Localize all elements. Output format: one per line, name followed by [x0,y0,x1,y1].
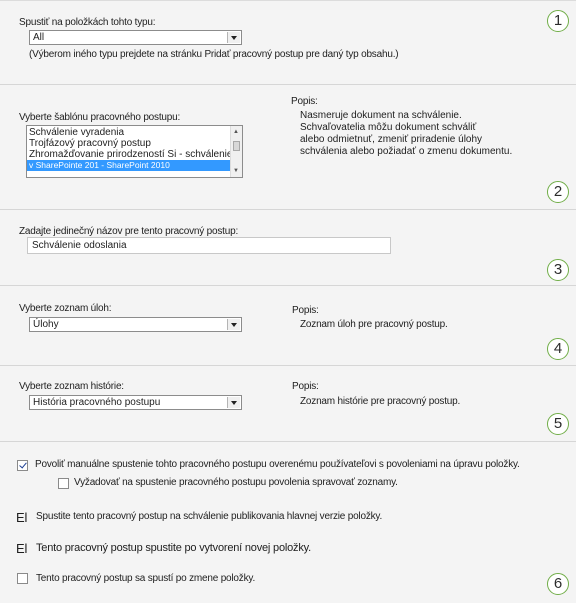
template-option[interactable]: Trojfázový pracovný postup [27,138,242,149]
section-name: Zadajte jedinečný názov pre tento pracov… [0,209,576,285]
scroll-down-icon[interactable]: ▼ [233,168,239,174]
section-start-options: Povoliť manuálne spustenie tohto pracovn… [0,441,576,603]
scroll-thumb[interactable] [233,141,240,151]
require-manage-checkbox[interactable] [58,478,69,489]
template-desc-line: Nasmeruje dokument na schválenie. [300,110,462,121]
template-listbox[interactable]: Schválenie vyradenia Trojfázový pracovný… [26,125,243,178]
template-description: Nasmeruje dokument na schválenie. Schvaľ… [300,110,512,158]
require-manage-label: Vyžadovať na spustenie pracovného postup… [74,477,398,488]
template-scrollbar[interactable]: ▲ ▼ [230,126,242,177]
content-type-label: Spustiť na položkách tohto typu: [19,17,156,28]
scroll-up-icon[interactable]: ▲ [233,129,239,135]
template-desc-line: alebo odmietnuť, zmeniť priradenie úlohy [300,134,483,145]
chevron-down-icon[interactable] [227,397,240,408]
step-number-badge: 4 [547,338,569,360]
publish-marker: El [16,510,28,525]
content-type-select[interactable]: All [29,30,242,45]
create-marker: El [16,541,28,556]
workflow-name-label: Zadajte jedinečný názov pre tento pracov… [19,226,239,237]
start-on-change-checkbox[interactable] [17,573,28,584]
history-list-desc-label: Popis: [292,381,319,392]
task-list-select[interactable]: Úlohy [29,317,242,332]
section-content-type: Spustiť na položkách tohto typu: All (Vý… [0,0,576,84]
workflow-name-input[interactable]: Schválenie odoslania [27,237,391,254]
task-list-select-value: Úlohy [33,319,59,330]
step-number-badge: 6 [547,573,569,595]
section-template: Vyberte šablónu pracovného postupu: Schv… [0,84,576,209]
template-option-selected[interactable]: v SharePointe 201 - SharePoint 2010 [27,160,242,171]
task-list-desc-label: Popis: [292,305,319,316]
section-history-list: Vyberte zoznam histórie: História pracov… [0,365,576,441]
content-type-select-value: All [33,32,45,43]
content-type-hint: (Výberom iného typu prejdete na stránku … [29,49,399,60]
allow-manual-checkbox[interactable] [17,460,28,471]
task-list-label: Vyberte zoznam úloh: [19,303,112,314]
template-desc-line: schválenia alebo požiadať o zmenu dokume… [300,146,513,157]
template-desc-label: Popis: [291,96,318,107]
step-number-badge: 2 [547,181,569,203]
template-desc-line: Schvaľovatelia môžu dokument schváliť [300,122,477,133]
task-list-description: Zoznam úloh pre pracovný postup. [300,319,448,330]
step-number-badge: 5 [547,413,569,435]
start-on-change-label: Tento pracovný postup sa spustí po zmene… [36,573,256,584]
template-option[interactable]: Schválenie vyradenia [27,127,242,138]
start-on-publish-label: Spustite tento pracovný postup na schvál… [36,511,383,522]
chevron-down-icon[interactable] [227,319,240,330]
history-list-label: Vyberte zoznam histórie: [19,381,124,392]
step-number-badge: 3 [547,259,569,281]
section-task-list: Vyberte zoznam úloh: Úlohy Popis: Zoznam… [0,285,576,365]
chevron-down-icon[interactable] [227,32,240,43]
history-list-description: Zoznam histórie pre pracovný postup. [300,396,461,407]
template-option[interactable]: Zhromažďovanie prirodzeností Si - schvál… [27,149,242,160]
template-label: Vyberte šablónu pracovného postupu: [19,112,181,123]
history-list-select[interactable]: História pracovného postupu [29,395,242,410]
allow-manual-label: Povoliť manuálne spustenie tohto pracovn… [35,459,520,470]
step-number-badge: 1 [547,10,569,32]
start-on-create-label: Tento pracovný postup spustite po vytvor… [36,542,311,554]
history-list-select-value: História pracovného postupu [33,397,161,408]
